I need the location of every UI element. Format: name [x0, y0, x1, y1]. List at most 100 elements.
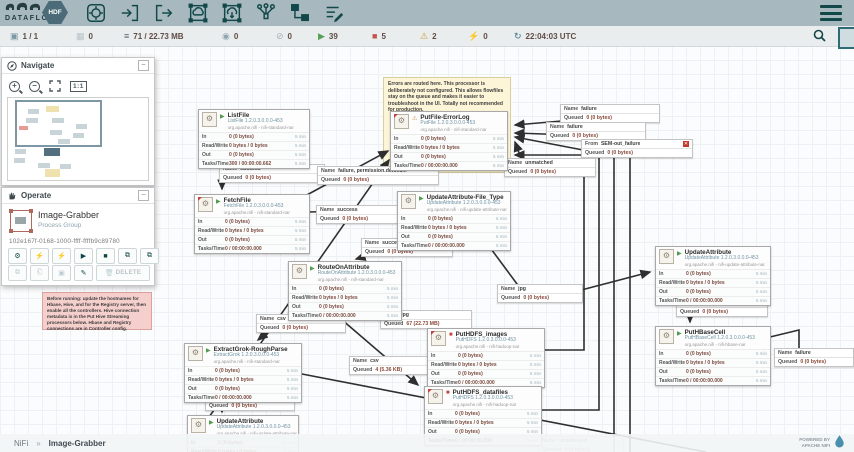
disable-button[interactable]: ⚡ — [52, 248, 71, 264]
processor-type-icon: ⚙ — [659, 249, 674, 264]
label-icon[interactable] — [322, 1, 346, 25]
template-icon[interactable] — [288, 1, 312, 25]
connection-queued-key: Queued — [321, 177, 340, 183]
group-button[interactable]: ▣ — [52, 265, 71, 281]
flow-action-button[interactable]: ⧉ — [140, 248, 159, 264]
collapse-icon[interactable]: − — [138, 60, 149, 71]
processor[interactable]: ⚙ ▶ ListFile ListFile 1.2.0.3.0.0.0-453 … — [198, 109, 310, 169]
breadcrumb-current: Image-Grabber — [49, 439, 106, 448]
connection-queued-value: 4 (5.36 KB) — [375, 367, 402, 373]
enable-button[interactable]: ⚡ — [30, 248, 49, 264]
connection-queued-value: 0 (0 bytes) — [586, 115, 612, 121]
connection-queued-key: Queued — [778, 359, 797, 365]
breadcrumb-root[interactable]: NiFi — [14, 439, 28, 448]
actual-size-button[interactable]: 1:1 — [70, 81, 87, 92]
processor-type-icon: ⚙ — [431, 331, 446, 346]
connection-queued-key: Queued — [260, 325, 279, 331]
stat-row: Out0 (0 bytes)5 min — [391, 152, 507, 161]
output-port-icon[interactable] — [152, 1, 176, 25]
stat-row: Read/Write0 bytes / 0 bytes5 min — [391, 143, 507, 152]
collapse-icon[interactable]: − — [138, 190, 149, 201]
processor[interactable]: ⚙ ▶ RouteOnAttribute RouteOnAttribute 1.… — [288, 261, 402, 321]
search-icon[interactable] — [813, 29, 826, 42]
stat-row: Read/Write0 bytes / 0 bytes5 min — [185, 375, 301, 384]
connection-name-value: csv — [277, 316, 286, 322]
connection-queued-value: 0 (0 bytes) — [702, 309, 728, 315]
connection-label[interactable]: Namefailure Queued0 (0 bytes) — [774, 348, 854, 367]
stat-row: In0 (0 bytes)5 min — [428, 351, 544, 360]
minimap[interactable] — [7, 97, 149, 181]
powered-by: POWERED BY APACHE NIFI — [799, 437, 830, 449]
input-port-icon[interactable] — [118, 1, 142, 25]
processor[interactable]: ⚙ ⚠ PutFile-ErrorLog PutFile 1.2.0.3.0.0… — [390, 111, 508, 171]
connection-label[interactable]: Nameunmatched Queued0 (0 bytes) — [504, 158, 596, 177]
configuration-button[interactable]: ⚙ — [8, 248, 27, 264]
stat-row: Tasks/Time0 / 00:00:00.0005 min — [398, 241, 510, 250]
side-panel-toggle[interactable] — [838, 27, 854, 49]
stat-row: Read/Write0 bytes / 0 bytes5 min — [199, 141, 309, 150]
processor[interactable]: ⚙ ■ PutHDFS_images PutHDFS 1.2.0.3.0.0.0… — [427, 328, 545, 388]
processor-icon[interactable] — [84, 1, 108, 25]
funnel-icon[interactable] — [254, 1, 278, 25]
start-button[interactable]: ▶ — [74, 248, 93, 264]
stat-row: In0 (0 bytes)5 min — [185, 366, 301, 375]
processor[interactable]: ⚙ ▶ UpdateAttribute UpdateAttribute 1.2.… — [655, 246, 771, 306]
navigate-title: Navigate — [21, 61, 138, 70]
connection-label[interactable]: Namefailure Queued0 (0 bytes) — [560, 104, 660, 123]
stat-row: In0 (0 bytes)5 min — [425, 409, 541, 418]
refresh-icon[interactable]: ↻ — [514, 31, 522, 42]
processor-bundle: org.apache.nifi - nifi-hadoop-nar — [453, 402, 517, 407]
stat-row: Out0 (0 bytes)5 min — [199, 150, 309, 159]
stat-row: Tasks/Time300 / 00:00:00.6625 min — [199, 159, 309, 168]
selection-type: Process Group — [38, 222, 81, 229]
connection-queued-value: 0 (0 bytes) — [800, 359, 826, 365]
stop-button[interactable]: ■ — [96, 248, 115, 264]
run-status-icon: ▶ — [677, 250, 682, 257]
connection-close-icon[interactable]: ✕ — [683, 141, 689, 147]
connection-name-value: jpg — [518, 286, 526, 292]
connection-label[interactable]: Namejpg Queued0 (0 bytes) — [497, 284, 583, 303]
connection-queued-key: Queued — [320, 216, 339, 222]
connection-label[interactable]: FromSEM-out_failure✕ Queued0 (0 bytes) — [581, 139, 693, 158]
run-status-icon: ■ — [446, 390, 450, 396]
flow-action-button[interactable]: ⧉ — [118, 248, 137, 264]
processor[interactable]: ⚙ ▶ ExtractGrok-RoughParse ExtractGrok 1… — [184, 343, 302, 403]
processor-bundle: org.apache.nifi - nifi-standard-nar — [224, 210, 290, 215]
stat-row: In0 (0 bytes)5 min — [656, 349, 770, 358]
fit-view-button[interactable] — [49, 80, 61, 92]
copy-button[interactable]: ⧉ — [8, 265, 27, 281]
connection-name-key: Name — [550, 124, 564, 130]
change-color-button[interactable]: ✎ — [74, 265, 93, 281]
global-menu-icon[interactable] — [820, 5, 842, 21]
connection-queued-value: 0 (0 bytes) — [530, 169, 556, 175]
stat-row: In0 (0 bytes)5 min — [199, 132, 309, 141]
connection-queued-key: Queued — [501, 295, 520, 301]
run-status-icon: ▶ — [310, 265, 315, 272]
processor[interactable]: ⚙ ▶ FetchFile FetchFile 1.2.0.3.0.0.0-45… — [194, 194, 310, 254]
processor[interactable]: ⚙ ▶ PutHBaseCell PutHBaseCell 1.2.0.3.0.… — [655, 326, 771, 386]
connection-label[interactable]: Namecsv Queued4 (5.36 KB) — [349, 356, 433, 375]
remote-process-group-icon[interactable] — [220, 1, 244, 25]
delete-button[interactable]: 🗑DELETE — [96, 265, 150, 281]
connection-queued-key: Queued — [585, 150, 604, 156]
status-bar: ▣1 / 1 ▦0 ≡71 / 22.73 MB ◉0 ⊘0 ▶39 ■5 ⚠2… — [0, 26, 854, 47]
stat-row: Out0 (0 bytes)5 min — [195, 235, 309, 244]
processor[interactable]: ⚙ ▶ UpdateAttribute-File_Type UpdateAttr… — [397, 191, 511, 251]
zoom-in-button[interactable]: + — [9, 81, 20, 92]
refresh-status[interactable]: ↻22:04:03 UTC — [514, 26, 576, 46]
stat-row: In0 (0 bytes)5 min — [195, 217, 309, 226]
connection-queued-key: Queued — [384, 321, 403, 327]
processor-bundle: org.apache.nifi - nifi-hbase-nar — [685, 342, 755, 347]
processor-type-icon: ⚙ — [198, 197, 213, 212]
connection-name-key: Name — [320, 207, 334, 213]
process-group-icon[interactable] — [186, 1, 210, 25]
connection-name-key: Name — [365, 240, 379, 246]
component-toolbar — [84, 1, 346, 25]
status-stopped: ■5 — [372, 26, 386, 46]
paste-button[interactable]: ⎗ — [30, 265, 49, 281]
run-status-icon: ▶ — [677, 330, 682, 337]
connection-name-key: Name — [778, 350, 792, 356]
selection-id: 102e167f-0168-1000-ffff-ffffb9c89780 — [9, 238, 120, 245]
connection-name-value: SEM-out_failure — [601, 141, 641, 147]
zoom-out-button[interactable]: − — [29, 81, 40, 92]
